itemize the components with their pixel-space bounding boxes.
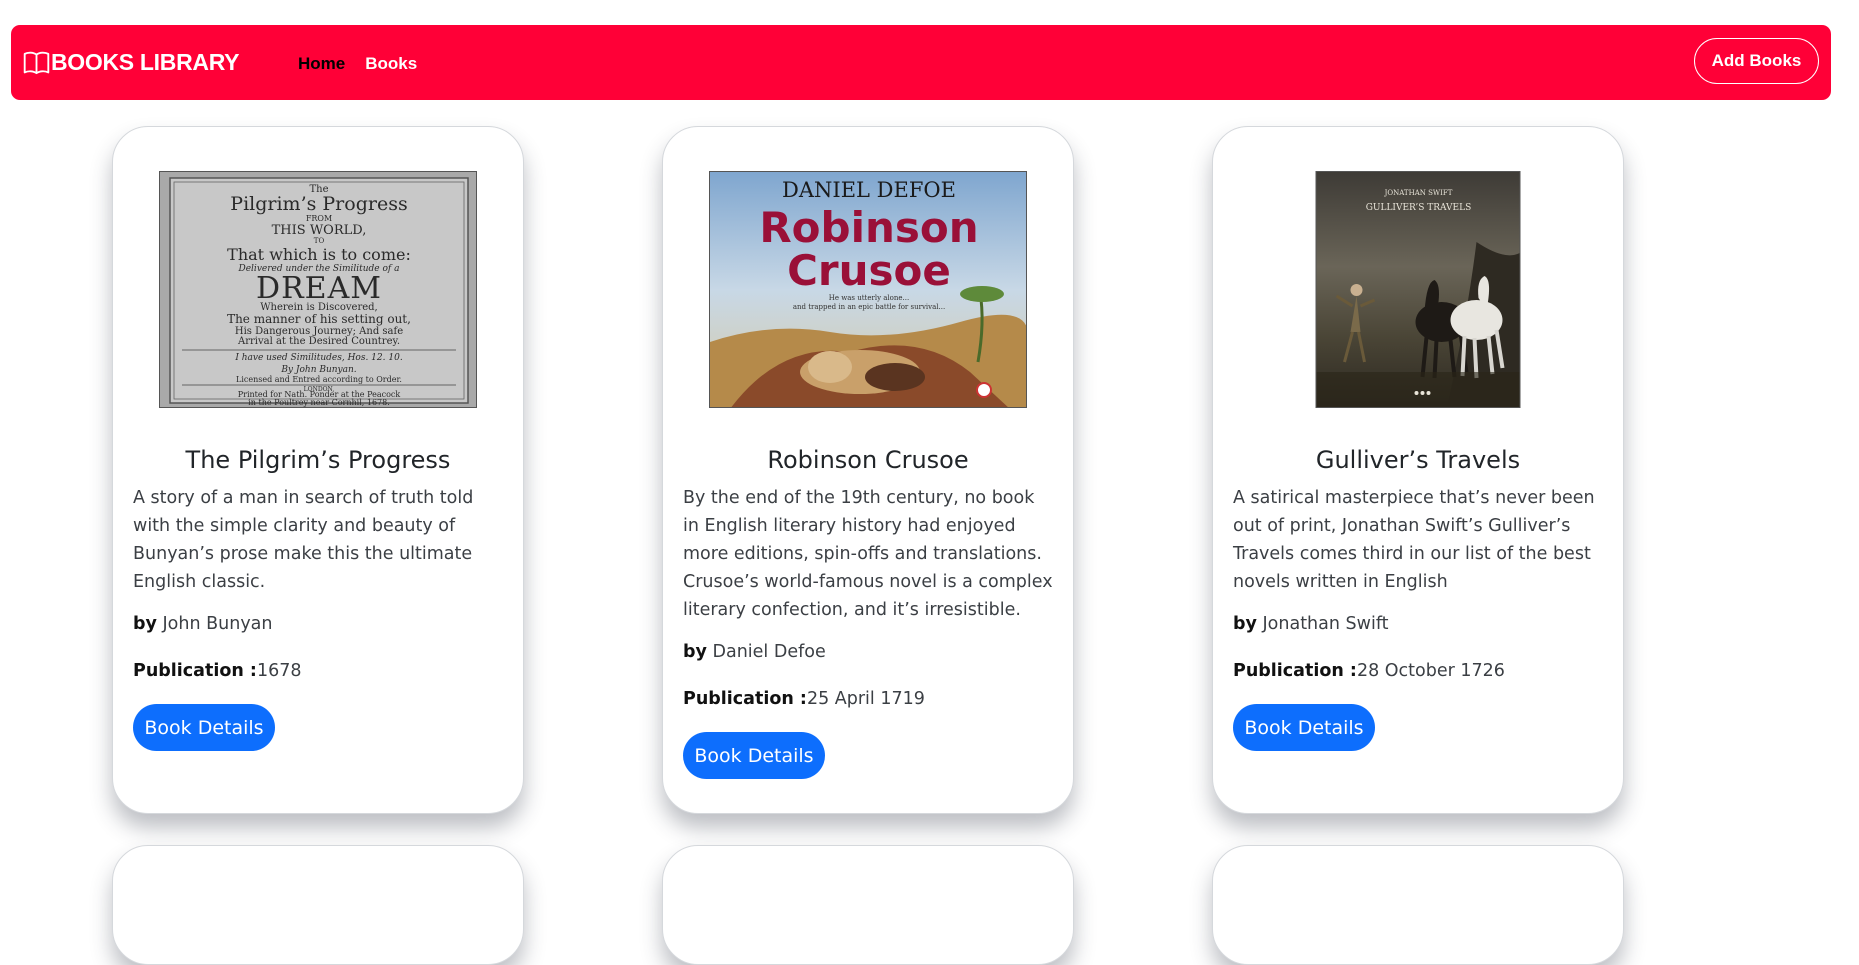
book-description: A story of a man in search of truth told… [133, 488, 474, 592]
cover-text: Crusoe [787, 246, 951, 295]
book-card: JONATHAN SWIFT GULLIVER’S TRAVELS Gulliv… [1212, 126, 1624, 814]
cover-text: GULLIVER’S TRAVELS [1366, 203, 1472, 213]
publication-label: Publication : [133, 661, 257, 681]
pilgrims-progress-cover-art: The Pilgrim’s Progress FROM THIS WORLD, … [160, 172, 476, 407]
book-card: The Pilgrim’s Progress FROM THIS WORLD, … [112, 126, 524, 814]
book-title: Gulliver’s Travels [1315, 446, 1521, 474]
book-author: by Daniel Defoe [683, 638, 1053, 666]
cover-text: By John Bunyan. [280, 365, 356, 375]
brand-title: BOOKS LIBRARY [51, 49, 240, 75]
by-label: by [1233, 614, 1257, 634]
book-card-partial [662, 845, 1074, 965]
book-publication: Publication :28 October 1726 [1233, 657, 1603, 685]
book-cover-image: The Pilgrim’s Progress FROM THIS WORLD, … [159, 171, 477, 408]
cover-text: and trapped in an epic battle for surviv… [793, 303, 945, 311]
book-title: The Pilgrim’s Progress [185, 446, 451, 474]
publication-date: 25 April 1719 [806, 689, 925, 709]
cover-text: The manner of his setting out, [227, 312, 411, 326]
open-book-icon [23, 51, 50, 74]
cover-text: I have used Similitudes, Hos. 12. 10. [234, 353, 403, 363]
nav-links: Home Books [298, 54, 417, 74]
brand[interactable]: BOOKS LIBRARY [23, 49, 240, 76]
gullivers-travels-cover-art: JONATHAN SWIFT GULLIVER’S TRAVELS [1316, 172, 1520, 407]
by-label: by [683, 642, 707, 662]
author-name: John Bunyan [162, 614, 273, 634]
cover-text: DREAM [256, 271, 382, 306]
book-cover-image: JONATHAN SWIFT GULLIVER’S TRAVELS [1315, 171, 1521, 408]
cover-text: Arrival at the Desired Countrey. [237, 336, 400, 347]
cover-text: Pilgrim’s Progress [230, 193, 407, 215]
author-name: Jonathan Swift [1262, 614, 1389, 634]
navbar: BOOKS LIBRARY Home Books Add Books [11, 25, 1831, 100]
cover-text: That which is to come: [227, 245, 411, 264]
author-name: Daniel Defoe [712, 642, 826, 662]
card-body: Gulliver’s Travels A satirical masterpie… [1233, 446, 1603, 751]
book-cover-image: DANIEL DEFOE Robinson Crusoe He was utte… [709, 171, 1027, 408]
cover-text: Robinson [759, 203, 978, 252]
book-card: DANIEL DEFOE Robinson Crusoe He was utte… [662, 126, 1074, 814]
book-card-partial [1212, 845, 1624, 965]
card-body: The Pilgrim’s Progress A story of a man … [133, 446, 503, 751]
book-description: A satirical masterpiece that’s never bee… [1233, 488, 1595, 592]
book-details-button[interactable]: Book Details [1233, 704, 1375, 751]
robinson-crusoe-cover-art: DANIEL DEFOE Robinson Crusoe He was utte… [710, 172, 1026, 407]
book-details-button[interactable]: Book Details [683, 732, 825, 779]
cover-text: Licensed and Entred according to Order. [236, 375, 402, 384]
book-title: Robinson Crusoe [767, 446, 969, 474]
publication-date: 28 October 1726 [1356, 661, 1505, 681]
book-author: by John Bunyan [133, 610, 503, 638]
add-books-button[interactable]: Add Books [1694, 38, 1819, 84]
nav-books-link[interactable]: Books [365, 54, 417, 74]
cover-text: JONATHAN SWIFT [1384, 189, 1453, 197]
cover-text: in the Poultrey near Cornhil, 1678. [248, 398, 390, 407]
book-details-button[interactable]: Book Details [133, 704, 275, 751]
publication-date: 1678 [256, 661, 302, 681]
nav-home-link[interactable]: Home [298, 54, 345, 74]
book-author: by Jonathan Swift [1233, 610, 1603, 638]
publication-label: Publication : [1233, 661, 1357, 681]
cover-text: TO [314, 237, 325, 245]
book-publication: Publication :1678 [133, 657, 503, 685]
cover-text: He was utterly alone... [829, 294, 909, 302]
by-label: by [133, 614, 157, 634]
card-body: Robinson Crusoe By the end of the 19th c… [683, 446, 1053, 779]
book-description: By the end of the 19th century, no book … [683, 488, 1053, 620]
book-publication: Publication :25 April 1719 [683, 685, 1053, 713]
cover-text: FROM [306, 214, 332, 223]
cover-text: THIS WORLD, [272, 223, 367, 238]
cover-text: DANIEL DEFOE [782, 178, 956, 202]
book-card-partial [112, 845, 524, 965]
publication-label: Publication : [683, 689, 807, 709]
